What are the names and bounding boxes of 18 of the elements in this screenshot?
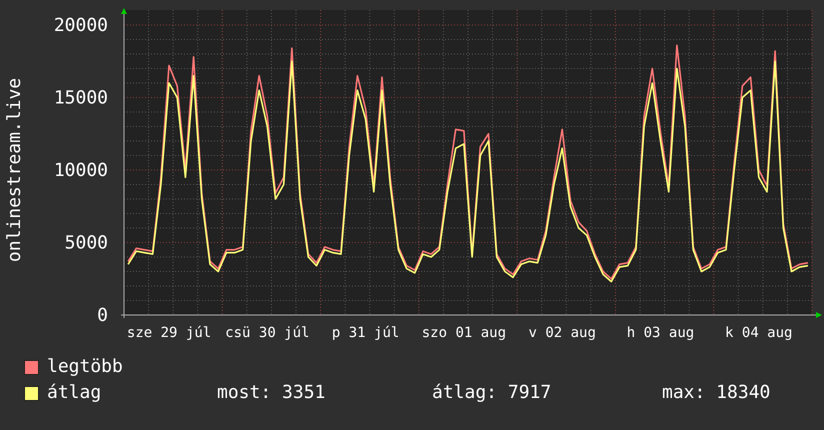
y-tick-label: 15000 [54, 88, 108, 108]
x-tick-label: csü 30 júl [225, 325, 310, 341]
y-tick-label: 0 [97, 305, 108, 326]
x-tick-label: v 02 aug [528, 325, 596, 341]
y-tick-label: 5000 [64, 232, 108, 254]
legend-label: legtöbb [47, 355, 124, 379]
y-axis-label: onlinestream.live [4, 78, 25, 262]
summary-stat: most: 3351 [217, 381, 326, 405]
x-tick-label: p 31 júl [332, 325, 400, 341]
x-tick-label: h 03 aug [626, 325, 694, 341]
x-tick-label: k 04 aug [725, 325, 792, 341]
summary-stat: max: 18340 [662, 381, 770, 405]
y-tick-label: 20000 [54, 15, 108, 36]
y-tick-label: 10000 [54, 160, 108, 181]
x-tick-label: szo 01 aug [422, 325, 506, 341]
summary-stat: átlag: 7917 [432, 381, 552, 405]
x-tick-label: sze 29 júl [126, 325, 212, 341]
legend-label: átlag [47, 381, 102, 405]
